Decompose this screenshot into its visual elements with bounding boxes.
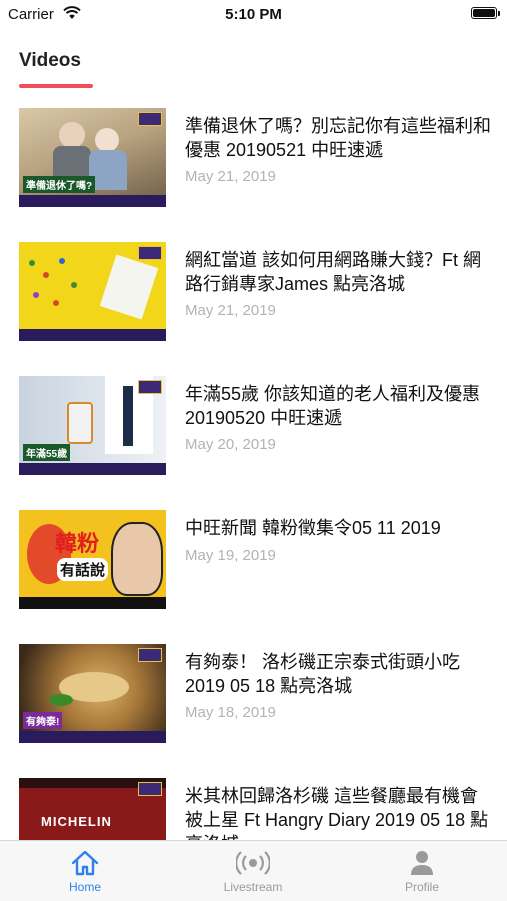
video-item[interactable]: MICHELIN 米其林回歸洛杉磯 這些餐廳最有機會被上星 Ft Hangry … <box>0 778 507 840</box>
thumbnail-text: MICHELIN <box>41 814 112 829</box>
channel-logo <box>138 380 162 394</box>
video-thumbnail[interactable]: 有夠泰! <box>19 644 166 743</box>
thumbnail-caption: 準備退休了嗎? <box>23 176 96 193</box>
video-item[interactable]: 網紅當道 該如何用網路賺大錢？Ft 網路行銷專家James 點亮洛城 May 2… <box>0 242 507 342</box>
video-date: May 20, 2019 <box>185 436 276 453</box>
thumbnail-text: 韓粉 <box>55 531 100 556</box>
video-item[interactable]: 有夠泰! 有夠泰！ 洛杉磯正宗泰式街頭小吃2019 05 18 點亮洛城 May… <box>0 644 507 744</box>
video-title[interactable]: 米其林回歸洛杉磯 這些餐廳最有機會被上星 Ft Hangry Diary 201… <box>185 784 495 840</box>
video-title[interactable]: 有夠泰！ 洛杉磯正宗泰式街頭小吃2019 05 18 點亮洛城 <box>185 650 495 698</box>
video-list: 準備退休了嗎? 準備退休了嗎？別忘記你有這些福利和優惠 20190521 中旺速… <box>0 108 507 840</box>
video-title[interactable]: 準備退休了嗎？別忘記你有這些福利和優惠 20190521 中旺速遞 <box>185 114 495 162</box>
tab-active-indicator <box>19 84 93 88</box>
video-item[interactable]: 年滿55歲 年滿55歲 你該知道的老人福利及優惠 20190520 中旺速遞 M… <box>0 376 507 476</box>
home-icon <box>71 850 99 876</box>
tab-home-label: Home <box>68 880 101 894</box>
channel-logo <box>138 112 162 126</box>
tab-profile[interactable]: Profile <box>362 841 482 901</box>
bottom-tab-bar: Home Livestream Profile <box>0 840 507 901</box>
video-title[interactable]: 年滿55歲 你該知道的老人福利及優惠 20190520 中旺速遞 <box>185 382 495 430</box>
video-title[interactable]: 中旺新聞 韓粉徵集令05 11 2019 <box>185 516 495 540</box>
tab-livestream-label: Livestream <box>223 880 283 894</box>
video-date: May 21, 2019 <box>185 168 276 185</box>
channel-logo <box>138 782 162 796</box>
tab-profile-label: Profile <box>404 880 439 894</box>
video-thumbnail[interactable] <box>19 242 166 341</box>
tab-videos[interactable]: Videos <box>19 50 81 72</box>
tab-home[interactable]: Home <box>25 841 145 901</box>
video-date: May 21, 2019 <box>185 302 276 319</box>
tab-livestream[interactable]: Livestream <box>193 841 313 901</box>
battery-icon <box>471 7 500 19</box>
thumbnail-caption: 年滿55歲 <box>23 444 71 461</box>
video-thumbnail[interactable]: 韓粉 有話說 <box>19 510 166 609</box>
clock: 5:10 PM <box>225 6 282 23</box>
status-bar: Carrier 5:10 PM <box>0 0 507 28</box>
channel-logo <box>138 648 162 662</box>
video-item[interactable]: 準備退休了嗎? 準備退休了嗎？別忘記你有這些福利和優惠 20190521 中旺速… <box>0 108 507 208</box>
person-icon <box>411 851 433 875</box>
thumbnail-caption: 有夠泰! <box>23 712 63 729</box>
video-thumbnail[interactable]: 年滿55歲 <box>19 376 166 475</box>
broadcast-icon <box>236 851 270 875</box>
video-title[interactable]: 網紅當道 該如何用網路賺大錢？Ft 網路行銷專家James 點亮洛城 <box>185 248 495 296</box>
video-date: May 18, 2019 <box>185 704 276 721</box>
channel-logo <box>138 246 162 260</box>
top-tabs: Videos <box>0 40 507 90</box>
thumbnail-text: 有話說 <box>57 558 109 581</box>
video-thumbnail[interactable]: MICHELIN <box>19 778 166 840</box>
video-item[interactable]: 韓粉 有話說 中旺新聞 韓粉徵集令05 11 2019 May 19, 2019 <box>0 510 507 610</box>
video-thumbnail[interactable]: 準備退休了嗎? <box>19 108 166 207</box>
video-date: May 19, 2019 <box>185 547 276 564</box>
